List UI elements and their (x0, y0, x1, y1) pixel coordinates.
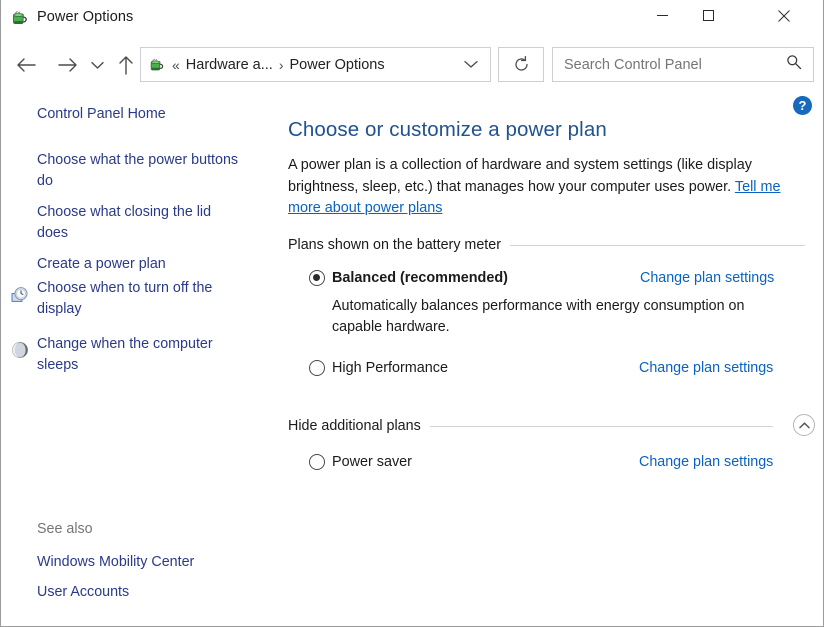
group-header-rule (429, 425, 773, 427)
group-header-label: Hide additional plans (288, 418, 421, 434)
sidebar-item-closing-lid[interactable]: Choose what closing the lid does (37, 202, 245, 244)
main-pane: Choose or customize a power plan A power… (281, 92, 823, 626)
plan-name-power-saver[interactable]: Power saver (332, 454, 412, 470)
chevron-up-icon (798, 421, 810, 428)
change-plan-settings-power-saver[interactable]: Change plan settings (639, 454, 773, 470)
sidebar-item-windows-mobility-center[interactable]: Windows Mobility Center (37, 552, 245, 573)
collapse-additional-plans-button[interactable] (793, 414, 815, 436)
sidebar-item-turn-off-display[interactable]: Choose when to turn off the display (37, 278, 245, 320)
radio-power-saver[interactable] (309, 454, 325, 470)
sidebar: Control Panel Home Choose what the power… (1, 92, 281, 626)
radio-high-performance[interactable] (309, 360, 325, 376)
forward-button[interactable] (53, 50, 83, 80)
page-title: Choose or customize a power plan (288, 118, 607, 141)
breadcrumb-item-power-options[interactable]: Power Options (290, 57, 385, 73)
breadcrumb-item-hardware[interactable]: Hardware a... (186, 57, 273, 73)
sidebar-item-create-power-plan[interactable]: Create a power plan (37, 254, 245, 275)
window-title: Power Options (37, 9, 134, 25)
chevron-down-icon (464, 60, 478, 68)
arrow-up-icon (119, 56, 133, 75)
recent-locations-button[interactable] (86, 50, 108, 80)
group-header-label: Plans shown on the battery meter (288, 237, 501, 253)
plan-name-balanced[interactable]: Balanced (recommended) (332, 270, 508, 286)
breadcrumb-separator: › (278, 56, 284, 73)
change-plan-settings-balanced[interactable]: Change plan settings (640, 270, 774, 286)
maximize-button[interactable] (685, 0, 731, 31)
back-button[interactable] (11, 50, 41, 80)
address-dropdown-button[interactable] (464, 57, 478, 72)
change-plan-settings-high-performance[interactable]: Change plan settings (639, 360, 773, 376)
sidebar-item-power-buttons[interactable]: Choose what the power buttons do (37, 150, 245, 192)
content-area: ? Control Panel Home Choose what the pow… (1, 92, 823, 626)
group-header-additional-plans: Hide additional plans (288, 418, 773, 434)
arrow-right-icon (58, 58, 77, 72)
up-one-level-button[interactable] (111, 50, 141, 80)
breadcrumb-overflow[interactable]: « (172, 57, 180, 73)
search-icon[interactable] (786, 54, 802, 75)
power-plug-battery-icon (10, 8, 30, 28)
plan-description-balanced: Automatically balances performance with … (332, 298, 745, 335)
close-icon (778, 9, 790, 22)
refresh-button[interactable] (498, 47, 544, 82)
chevron-down-icon (90, 61, 104, 69)
close-button[interactable] (761, 0, 807, 31)
sidebar-item-computer-sleeps[interactable]: Change when the computer sleeps (37, 334, 245, 376)
group-header-battery-meter: Plans shown on the battery meter (288, 237, 805, 253)
group-header-rule (509, 244, 805, 246)
arrow-left-icon (17, 58, 36, 72)
title-bar: Power Options (1, 0, 823, 37)
sleep-moon-icon (10, 340, 30, 360)
power-options-window: Power Options « Hardware a... › Power Op… (0, 0, 824, 627)
sidebar-item-user-accounts[interactable]: User Accounts (37, 582, 245, 603)
address-bar[interactable]: « Hardware a... › Power Options (140, 47, 491, 82)
breadcrumb-power-icon (148, 56, 166, 74)
minimize-icon (656, 15, 668, 16)
display-clock-icon (10, 286, 30, 306)
minimize-button[interactable] (639, 0, 685, 31)
radio-balanced[interactable] (309, 270, 325, 286)
sidebar-item-control-panel-home[interactable]: Control Panel Home (37, 104, 245, 125)
search-input[interactable] (562, 55, 767, 74)
page-description-text: A power plan is a collection of hardware… (288, 157, 752, 195)
page-description: A power plan is a collection of hardware… (288, 155, 810, 220)
see-also-label: See also (37, 521, 93, 537)
search-box[interactable] (552, 47, 814, 82)
plan-name-high-performance[interactable]: High Performance (332, 360, 448, 376)
refresh-icon (514, 56, 528, 71)
maximize-icon (702, 10, 714, 21)
